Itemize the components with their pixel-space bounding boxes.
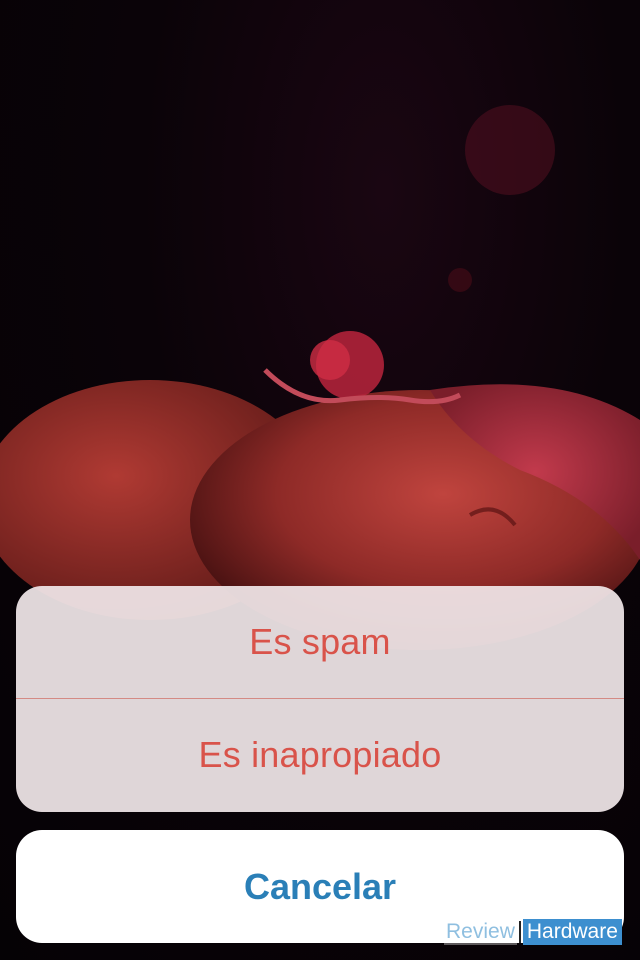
- cancel-label: Cancelar: [243, 865, 397, 907]
- neon-glow: [465, 105, 555, 195]
- action-sheet-options: Es spam Es inapropiado: [16, 586, 624, 812]
- photo-illustration: [0, 105, 640, 650]
- watermark-separator: [518, 921, 521, 943]
- watermark: Review Hardware: [444, 919, 622, 945]
- watermark-review: Review: [444, 919, 517, 945]
- background-photo: [0, 0, 640, 960]
- report-spam-button[interactable]: Es spam: [16, 586, 624, 698]
- report-inappropriate-button[interactable]: Es inapropiado: [16, 699, 624, 811]
- watermark-hardware: Hardware: [522, 919, 622, 945]
- option-divider: [16, 698, 624, 699]
